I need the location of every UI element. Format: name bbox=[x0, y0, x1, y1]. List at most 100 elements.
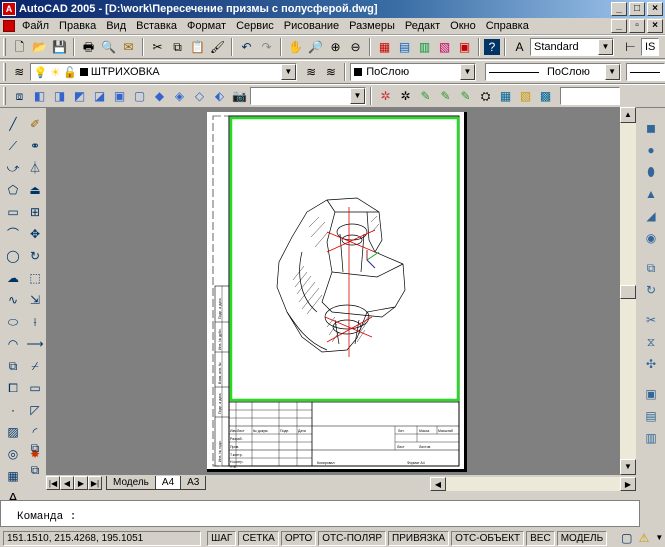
construction-line-icon[interactable]: ⟋ bbox=[3, 136, 23, 156]
render-icon[interactable]: ✲ bbox=[376, 87, 395, 106]
lineweight-select[interactable] bbox=[625, 63, 665, 81]
tab-prev-button[interactable]: ◀ bbox=[60, 476, 74, 490]
point-icon[interactable]: · bbox=[3, 400, 23, 420]
cone-icon[interactable]: ▲ bbox=[641, 184, 661, 204]
vertical-scrollbar[interactable]: ▲ ▼ bbox=[620, 107, 636, 475]
sphere-icon[interactable]: ● bbox=[641, 140, 661, 160]
menu-window[interactable]: Окно bbox=[445, 18, 481, 34]
arc-icon[interactable]: ⌒ bbox=[3, 224, 23, 244]
box-icon[interactable]: ◼ bbox=[641, 118, 661, 138]
menu-insert[interactable]: Вставка bbox=[131, 18, 182, 34]
design-center-icon[interactable]: ▤ bbox=[395, 38, 414, 57]
text-style-select[interactable]: Standard ▼ bbox=[530, 38, 614, 56]
lights-icon[interactable]: ✎ bbox=[416, 87, 435, 106]
dim-style-select[interactable]: IS bbox=[641, 38, 659, 56]
menu-modify[interactable]: Редакт bbox=[400, 18, 445, 34]
ellipse-icon[interactable]: ⬭ bbox=[3, 312, 23, 332]
extrude-icon[interactable]: ⧉ bbox=[641, 258, 661, 278]
menu-format[interactable]: Формат bbox=[182, 18, 231, 34]
otrack-toggle[interactable]: ОТС-ОБЪЕКТ bbox=[451, 530, 525, 546]
make-block-icon[interactable]: ⧠ bbox=[3, 378, 23, 398]
paper-sheet[interactable]: Изм Лист № докум. Подп. Дата Разраб. Про… bbox=[207, 112, 467, 472]
torus-icon[interactable]: ◉ bbox=[641, 228, 661, 248]
close-button[interactable]: × bbox=[647, 2, 663, 16]
insert-block-icon[interactable]: ⧉ bbox=[3, 356, 23, 376]
preview-icon[interactable]: 🔍 bbox=[99, 38, 118, 57]
send-back-icon[interactable]: ⧉ bbox=[25, 460, 45, 480]
menu-help[interactable]: Справка bbox=[481, 18, 534, 34]
camera-icon[interactable]: 📷 bbox=[230, 87, 249, 106]
paste-icon[interactable]: 📋 bbox=[188, 38, 207, 57]
table-icon[interactable]: ▦ bbox=[3, 466, 23, 486]
lineweight-toggle[interactable]: ВЕС bbox=[526, 530, 555, 546]
section-icon[interactable]: ⧖ bbox=[641, 332, 661, 352]
back-view-icon[interactable]: ▢ bbox=[130, 87, 149, 106]
make-layer-current-icon[interactable]: ≋ bbox=[302, 63, 321, 82]
linetype-select[interactable]: ПоСлою ▼ bbox=[484, 63, 621, 81]
menu-dimension[interactable]: Размеры bbox=[344, 18, 400, 34]
scroll-left-button[interactable]: ◀ bbox=[430, 477, 446, 491]
join-icon[interactable]: ▭ bbox=[25, 378, 45, 398]
scroll-thumb[interactable] bbox=[620, 285, 636, 299]
copy-icon[interactable]: ⧉ bbox=[168, 38, 187, 57]
tray-menu-icon[interactable]: ▼ bbox=[654, 530, 665, 546]
menu-tools[interactable]: Сервис bbox=[231, 18, 279, 34]
match-properties-icon[interactable]: 🖌 bbox=[208, 38, 227, 57]
pan-icon[interactable]: ✋ bbox=[286, 38, 305, 57]
nw-iso-icon[interactable]: ⬖ bbox=[210, 87, 229, 106]
mapping-icon[interactable]: ⛭ bbox=[476, 87, 495, 106]
materials-library-icon[interactable]: ✎ bbox=[456, 87, 475, 106]
region-icon[interactable]: ◎ bbox=[3, 444, 23, 464]
redo-icon[interactable]: ↷ bbox=[257, 38, 276, 57]
open-icon[interactable]: 📂 bbox=[30, 38, 49, 57]
mirror-icon[interactable]: ⏃ bbox=[25, 158, 45, 178]
front-view-icon[interactable]: ▣ bbox=[110, 87, 129, 106]
chamfer-icon[interactable]: ◸ bbox=[25, 400, 45, 420]
ortho-toggle[interactable]: ОРТО bbox=[280, 530, 317, 546]
print-icon[interactable]: 🖶 bbox=[79, 38, 98, 57]
right-view-icon[interactable]: ◪ bbox=[90, 87, 109, 106]
extend-icon[interactable]: ⟶ bbox=[25, 334, 45, 354]
fog-icon[interactable]: ▧ bbox=[516, 87, 535, 106]
layer-manager-icon[interactable]: ≋ bbox=[10, 63, 29, 82]
setup-profile-icon[interactable]: ▥ bbox=[641, 428, 661, 448]
zoom-previous-icon[interactable]: ⊖ bbox=[346, 38, 365, 57]
landscape-icon[interactable]: ▩ bbox=[536, 87, 555, 106]
scroll-down-button[interactable]: ▼ bbox=[620, 459, 636, 475]
horizontal-scrollbar[interactable]: ◀ ▶ bbox=[430, 477, 636, 491]
background-icon[interactable]: ▦ bbox=[496, 87, 515, 106]
scroll-right-button[interactable]: ▶ bbox=[620, 477, 636, 491]
coordinate-readout[interactable]: 151.1510, 215.4268, 195.1051 bbox=[3, 530, 202, 546]
erase-icon[interactable]: ✐ bbox=[25, 114, 45, 134]
zoom-realtime-icon[interactable]: 🔎 bbox=[306, 38, 325, 57]
tab-a3[interactable]: A3 bbox=[180, 476, 207, 490]
setup-view-icon[interactable]: ▤ bbox=[641, 406, 661, 426]
part-model[interactable] bbox=[276, 197, 406, 353]
comm-center-icon[interactable]: ⚠ bbox=[636, 530, 651, 546]
se-iso-icon[interactable]: ◈ bbox=[170, 87, 189, 106]
copy-object-icon[interactable]: ⚭ bbox=[25, 136, 45, 156]
color-select[interactable]: ПоСлою ▼ bbox=[350, 63, 476, 81]
doc-close-button[interactable]: × bbox=[647, 19, 663, 33]
materials-icon[interactable]: ✎ bbox=[436, 87, 455, 106]
layer-select[interactable]: 💡 ☀ 🔓 ШТРИХОВКА ▼ bbox=[29, 63, 297, 81]
tab-next-button[interactable]: ▶ bbox=[74, 476, 88, 490]
setup-drawing-icon[interactable]: ▣ bbox=[641, 384, 661, 404]
tab-model[interactable]: Модель bbox=[106, 476, 156, 490]
sheet-set-icon[interactable]: ▧ bbox=[435, 38, 454, 57]
document-icon[interactable] bbox=[3, 20, 15, 32]
snap-toggle[interactable]: ШАГ bbox=[207, 530, 237, 546]
polyline-icon[interactable]: ⤻ bbox=[3, 158, 23, 178]
ellipse-arc-icon[interactable]: ◠ bbox=[3, 334, 23, 354]
tab-last-button[interactable]: ▶| bbox=[88, 476, 102, 490]
line-icon[interactable]: ╱ bbox=[3, 114, 23, 134]
bring-front-icon[interactable]: ⧉ bbox=[25, 438, 45, 458]
layer-previous-icon[interactable]: ≋ bbox=[322, 63, 341, 82]
offset-icon[interactable]: ⏏ bbox=[25, 180, 45, 200]
maximize-viewport-icon[interactable]: ▢ bbox=[619, 530, 634, 546]
save-icon[interactable]: 💾 bbox=[50, 38, 69, 57]
tab-first-button[interactable]: |◀ bbox=[46, 476, 60, 490]
break-icon[interactable]: ⌿ bbox=[25, 356, 45, 376]
cylinder-icon[interactable]: ⬮ bbox=[641, 162, 661, 182]
rectangle-icon[interactable]: ▭ bbox=[3, 202, 23, 222]
